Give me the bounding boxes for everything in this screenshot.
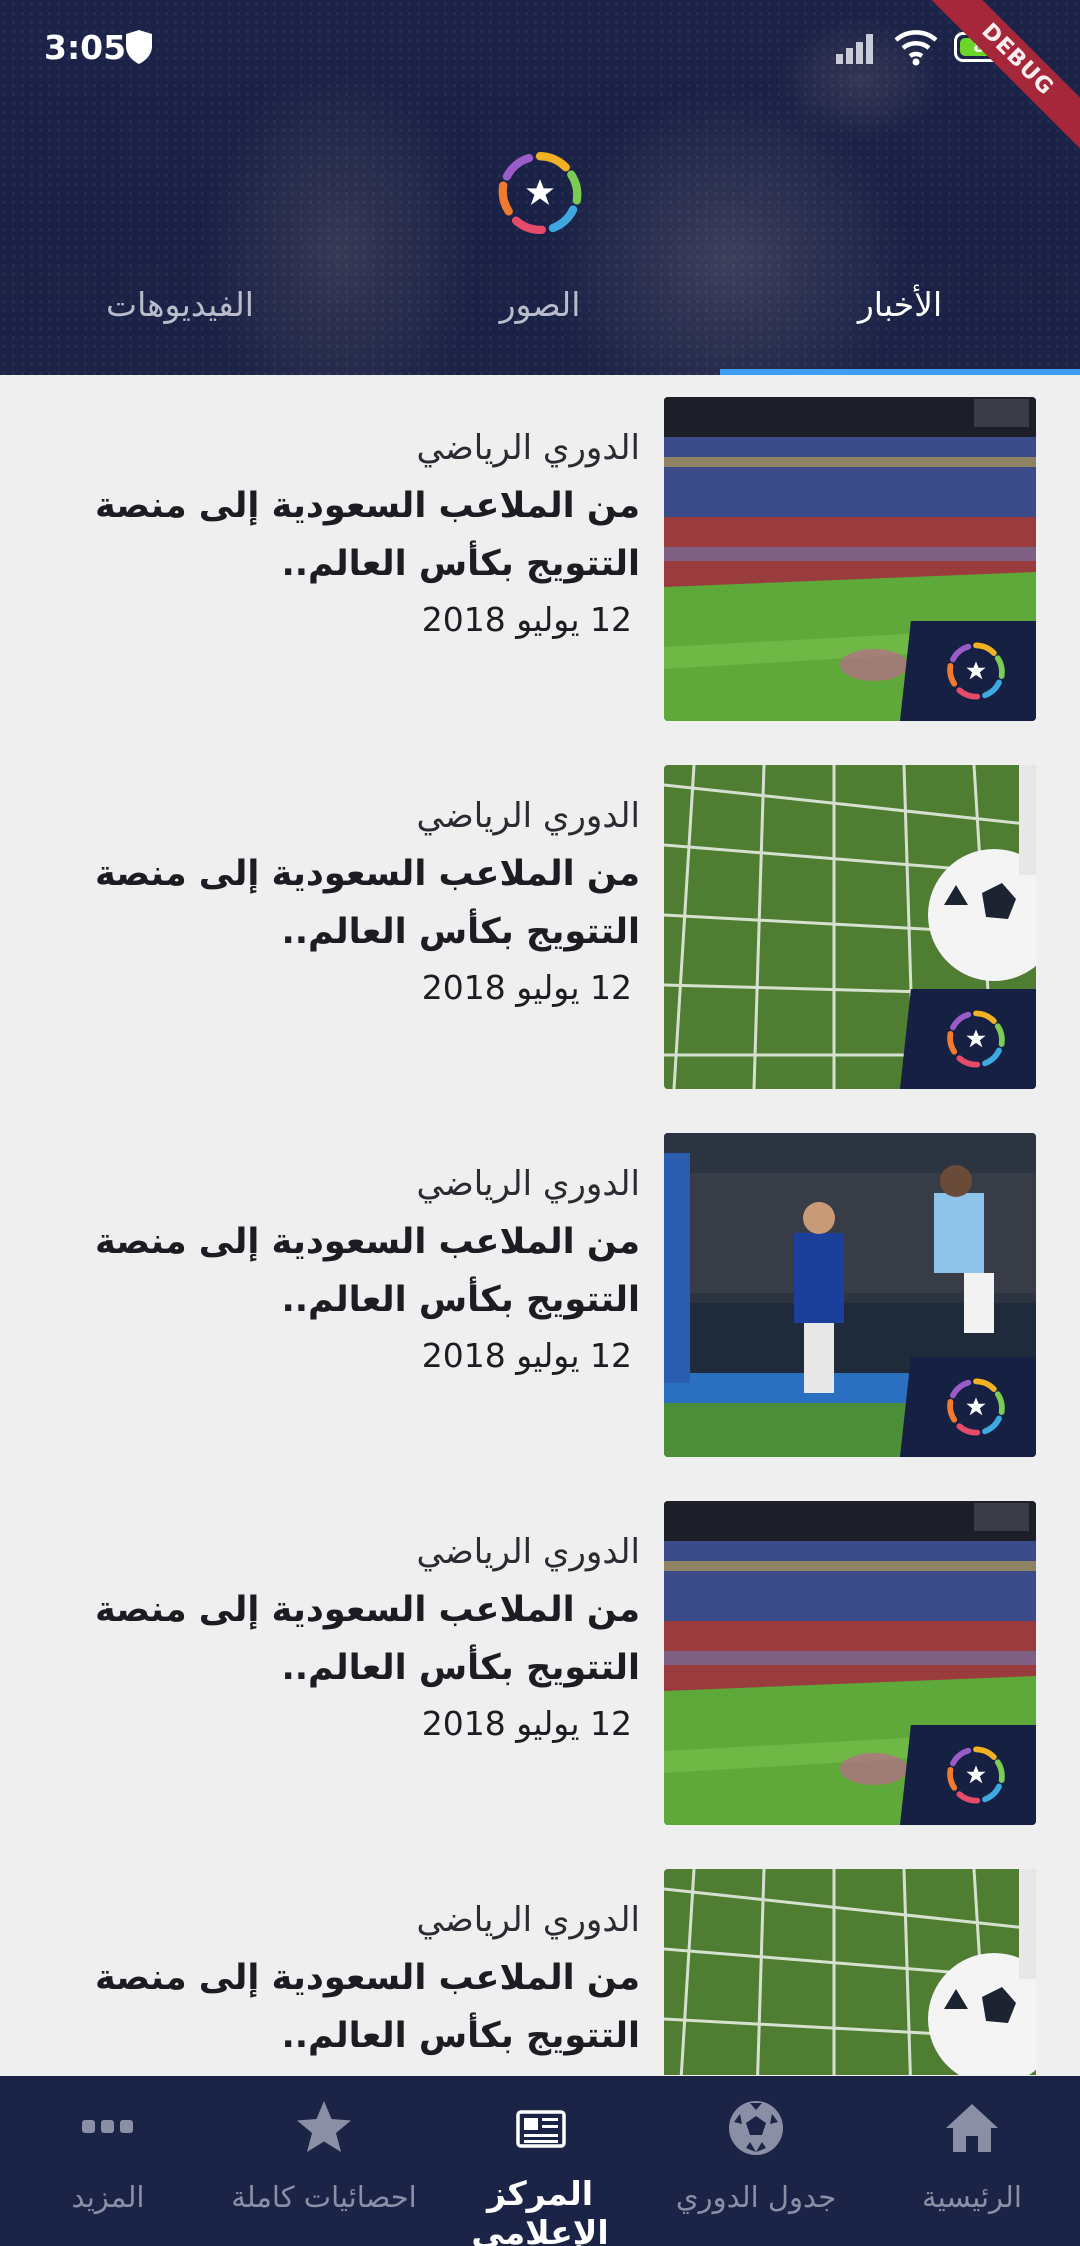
nav-label: المركز الإعلامي: [471, 2174, 609, 2246]
news-thumbnail-ball[interactable]: [664, 1869, 1036, 2075]
news-text: الدوري الرياضي من الملاعب السعودية إلى م…: [40, 1161, 640, 1381]
news-item[interactable]: الدوري الرياضي من الملاعب السعودية إلى م…: [0, 375, 1080, 743]
news-item[interactable]: الدوري الرياضي من الملاعب السعودية إلى م…: [0, 743, 1080, 1111]
news-thumbnail-ball[interactable]: [664, 765, 1036, 1089]
news-item[interactable]: الدوري الرياضي من الملاعب السعودية إلى م…: [0, 1479, 1080, 1847]
nav-label: جدول الدوري: [675, 2180, 837, 2214]
logo-badge: [900, 1725, 1036, 1825]
news-date: 12 يوليو 2018: [421, 600, 632, 639]
more-icon: [82, 2120, 133, 2133]
news-title[interactable]: من الملاعب السعودية إلى منصة التتويج بكأ…: [40, 1949, 640, 2065]
news-category: الدوري الرياضي: [416, 1532, 640, 1572]
news-category: الدوري الرياضي: [416, 1900, 640, 1940]
news-title[interactable]: من الملاعب السعودية إلى منصة التتويج بكأ…: [40, 1213, 640, 1329]
app-screen: 3:05 87 DEBUG: [0, 0, 1080, 2246]
logo-badge: [900, 989, 1036, 1089]
status-time: 3:05: [44, 28, 127, 67]
nav-item-home[interactable]: الرئيسية: [864, 2076, 1080, 2246]
tab-news[interactable]: الأخبار: [720, 270, 1080, 370]
logo-badge: [900, 1357, 1036, 1457]
nav-label: الرئيسية: [922, 2180, 1022, 2214]
wifi-icon: [894, 30, 938, 66]
tab-photos[interactable]: الصور: [360, 270, 720, 370]
news-category: الدوري الرياضي: [416, 428, 640, 468]
bottom-navigation: الرئيسية جدول الدوري المركز الإعلامي احص…: [0, 2076, 1080, 2246]
news-text: الدوري الرياضي من الملاعب السعودية إلى م…: [40, 1529, 640, 1749]
newspaper-icon: [516, 2110, 566, 2148]
news-item[interactable]: الدوري الرياضي من الملاعب السعودية إلى م…: [0, 1847, 1080, 2075]
home-icon: [946, 2104, 998, 2152]
status-bar: 3:05 87 DEBUG: [0, 0, 1080, 169]
news-thumbnail-players[interactable]: [664, 1133, 1036, 1457]
soccer-ball-icon: [729, 2101, 783, 2155]
news-text: الدوري الرياضي من الملاعب السعودية إلى م…: [40, 1897, 640, 2067]
news-list[interactable]: الدوري الرياضي من الملاعب السعودية إلى م…: [0, 375, 1080, 2075]
league-logo: [498, 152, 582, 234]
tab-videos[interactable]: الفيديوهات: [0, 270, 360, 370]
nav-item-league-table[interactable]: جدول الدوري: [648, 2076, 864, 2246]
media-tabs: الأخبار الصور الفيديوهات: [0, 270, 1080, 375]
news-title[interactable]: من الملاعب السعودية إلى منصة التتويج بكأ…: [40, 1581, 640, 1697]
header: 3:05 87 DEBUG: [0, 0, 1080, 375]
nav-item-statistics[interactable]: احصائيات كاملة: [216, 2076, 432, 2246]
shield-icon: [126, 30, 152, 64]
news-thumbnail-stadium[interactable]: [664, 1501, 1036, 1825]
nav-label: احصائيات كاملة: [231, 2180, 417, 2214]
news-text: الدوري الرياضي من الملاعب السعودية إلى م…: [40, 425, 640, 645]
news-date: 12 يوليو 2018: [421, 1704, 632, 1743]
nav-item-media-center[interactable]: المركز الإعلامي: [432, 2076, 648, 2246]
news-category: الدوري الرياضي: [416, 1164, 640, 1204]
news-title[interactable]: من الملاعب السعودية إلى منصة التتويج بكأ…: [40, 477, 640, 593]
news-date: 12 يوليو 2018: [421, 1336, 632, 1375]
nav-label: المزيد: [71, 2180, 145, 2214]
news-category: الدوري الرياضي: [416, 796, 640, 836]
logo-badge: [900, 621, 1036, 721]
news-item[interactable]: الدوري الرياضي من الملاعب السعودية إلى م…: [0, 1111, 1080, 1479]
news-text: الدوري الرياضي من الملاعب السعودية إلى م…: [40, 793, 640, 1013]
news-thumbnail-stadium[interactable]: [664, 397, 1036, 721]
ball-in-net-image: [664, 1869, 1036, 2075]
star-icon: [297, 2101, 351, 2152]
signal-icon: [836, 34, 873, 64]
nav-item-more[interactable]: المزيد: [0, 2076, 216, 2246]
news-date: 12 يوليو 2018: [421, 968, 632, 1007]
news-title[interactable]: من الملاعب السعودية إلى منصة التتويج بكأ…: [40, 845, 640, 961]
